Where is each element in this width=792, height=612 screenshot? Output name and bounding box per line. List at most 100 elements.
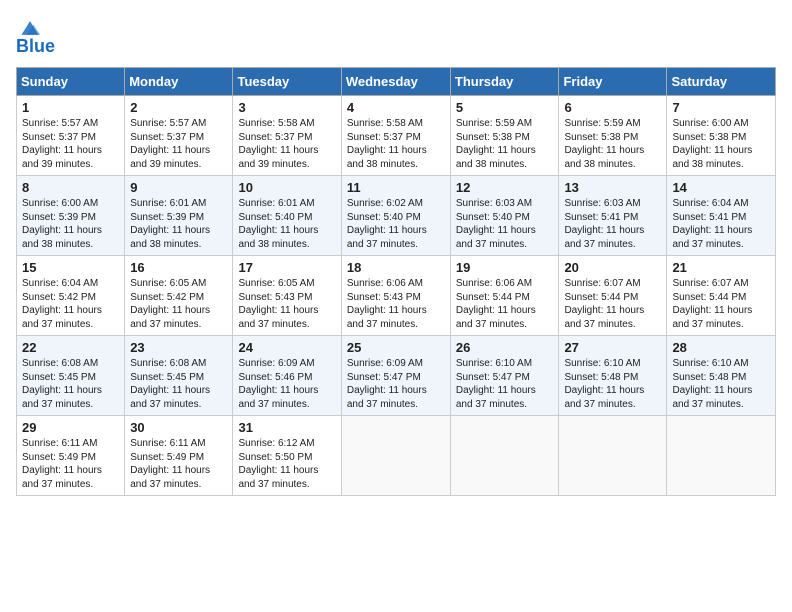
calendar-cell: 12 Sunrise: 6:03 AMSunset: 5:40 PMDayligh… [450,176,559,256]
day-info: Sunrise: 6:02 AMSunset: 5:40 PMDaylight:… [347,197,445,251]
day-number: 5 [456,100,554,115]
calendar-cell: 8 Sunrise: 6:00 AMSunset: 5:39 PMDaylight… [17,176,125,256]
day-number: 28 [672,340,770,355]
calendar-cell [341,416,450,496]
day-number: 17 [238,260,335,275]
calendar-cell: 5 Sunrise: 5:59 AMSunset: 5:38 PMDaylight… [450,96,559,176]
calendar-cell: 18 Sunrise: 6:06 AMSunset: 5:43 PMDayligh… [341,256,450,336]
day-info: Sunrise: 6:05 AMSunset: 5:43 PMDaylight:… [238,277,335,331]
calendar-cell: 9 Sunrise: 6:01 AMSunset: 5:39 PMDaylight… [125,176,233,256]
day-info: Sunrise: 6:12 AMSunset: 5:50 PMDaylight:… [238,437,335,491]
page-header: Blue [16,16,776,57]
day-info: Sunrise: 6:01 AMSunset: 5:39 PMDaylight:… [130,197,227,251]
day-number: 30 [130,420,227,435]
day-number: 6 [564,100,661,115]
day-number: 8 [22,180,119,195]
day-info: Sunrise: 5:57 AMSunset: 5:37 PMDaylight:… [22,117,119,171]
weekday-header-sunday: Sunday [17,68,125,96]
day-number: 12 [456,180,554,195]
calendar-cell: 11 Sunrise: 6:02 AMSunset: 5:40 PMDayligh… [341,176,450,256]
day-number: 18 [347,260,445,275]
calendar-cell: 10 Sunrise: 6:01 AMSunset: 5:40 PMDayligh… [233,176,341,256]
day-number: 7 [672,100,770,115]
weekday-header-tuesday: Tuesday [233,68,341,96]
calendar-cell: 6 Sunrise: 5:59 AMSunset: 5:38 PMDaylight… [559,96,667,176]
day-info: Sunrise: 6:09 AMSunset: 5:46 PMDaylight:… [238,357,335,411]
day-number: 14 [672,180,770,195]
day-info: Sunrise: 5:59 AMSunset: 5:38 PMDaylight:… [456,117,554,171]
day-info: Sunrise: 6:11 AMSunset: 5:49 PMDaylight:… [22,437,119,491]
day-number: 31 [238,420,335,435]
day-info: Sunrise: 6:04 AMSunset: 5:41 PMDaylight:… [672,197,770,251]
calendar: SundayMondayTuesdayWednesdayThursdayFrid… [16,67,776,496]
calendar-cell: 28 Sunrise: 6:10 AMSunset: 5:48 PMDayligh… [667,336,776,416]
day-number: 19 [456,260,554,275]
logo: Blue [16,16,55,57]
calendar-cell: 23 Sunrise: 6:08 AMSunset: 5:45 PMDayligh… [125,336,233,416]
day-number: 1 [22,100,119,115]
day-number: 2 [130,100,227,115]
day-info: Sunrise: 6:10 AMSunset: 5:48 PMDaylight:… [564,357,661,411]
day-info: Sunrise: 6:08 AMSunset: 5:45 PMDaylight:… [130,357,227,411]
calendar-cell: 20 Sunrise: 6:07 AMSunset: 5:44 PMDayligh… [559,256,667,336]
calendar-cell: 19 Sunrise: 6:06 AMSunset: 5:44 PMDayligh… [450,256,559,336]
day-number: 9 [130,180,227,195]
day-number: 25 [347,340,445,355]
day-number: 26 [456,340,554,355]
day-info: Sunrise: 6:03 AMSunset: 5:41 PMDaylight:… [564,197,661,251]
calendar-cell: 17 Sunrise: 6:05 AMSunset: 5:43 PMDayligh… [233,256,341,336]
day-number: 11 [347,180,445,195]
day-info: Sunrise: 6:06 AMSunset: 5:44 PMDaylight:… [456,277,554,331]
calendar-cell: 4Sunrise: 5:58 AMSunset: 5:37 PMDaylight… [341,96,450,176]
day-number: 10 [238,180,335,195]
day-info: Sunrise: 6:10 AMSunset: 5:48 PMDaylight:… [672,357,770,411]
day-number: 15 [22,260,119,275]
day-info: Sunrise: 6:00 AMSunset: 5:38 PMDaylight:… [672,117,770,171]
weekday-header-wednesday: Wednesday [341,68,450,96]
day-number: 23 [130,340,227,355]
day-number: 16 [130,260,227,275]
day-info: Sunrise: 6:07 AMSunset: 5:44 PMDaylight:… [672,277,770,331]
calendar-cell: 31 Sunrise: 6:12 AMSunset: 5:50 PMDayligh… [233,416,341,496]
day-number: 24 [238,340,335,355]
day-info: Sunrise: 5:57 AMSunset: 5:37 PMDaylight:… [130,117,227,171]
calendar-cell: 7 Sunrise: 6:00 AMSunset: 5:38 PMDaylight… [667,96,776,176]
calendar-cell: 24 Sunrise: 6:09 AMSunset: 5:46 PMDayligh… [233,336,341,416]
day-info: Sunrise: 6:06 AMSunset: 5:43 PMDaylight:… [347,277,445,331]
day-number: 29 [22,420,119,435]
weekday-header-saturday: Saturday [667,68,776,96]
day-number: 21 [672,260,770,275]
day-info: Sunrise: 6:05 AMSunset: 5:42 PMDaylight:… [130,277,227,331]
calendar-cell [559,416,667,496]
calendar-cell: 30 Sunrise: 6:11 AMSunset: 5:49 PMDayligh… [125,416,233,496]
day-info: Sunrise: 6:07 AMSunset: 5:44 PMDaylight:… [564,277,661,331]
day-number: 13 [564,180,661,195]
day-info: Sunrise: 6:04 AMSunset: 5:42 PMDaylight:… [22,277,119,331]
calendar-cell: 13 Sunrise: 6:03 AMSunset: 5:41 PMDayligh… [559,176,667,256]
calendar-cell: 26 Sunrise: 6:10 AMSunset: 5:47 PMDayligh… [450,336,559,416]
day-number: 4 [347,100,445,115]
day-info: Sunrise: 5:58 AMSunset: 5:37 PMDaylight:… [238,117,335,171]
calendar-cell: 2 Sunrise: 5:57 AMSunset: 5:37 PMDaylight… [125,96,233,176]
day-info: Sunrise: 6:11 AMSunset: 5:49 PMDaylight:… [130,437,227,491]
weekday-header-monday: Monday [125,68,233,96]
day-info: Sunrise: 6:00 AMSunset: 5:39 PMDaylight:… [22,197,119,251]
calendar-cell: 27Sunrise: 6:10 AMSunset: 5:48 PMDayligh… [559,336,667,416]
logo-blue: Blue [16,36,55,57]
day-info: Sunrise: 6:10 AMSunset: 5:47 PMDaylight:… [456,357,554,411]
day-number: 3 [238,100,335,115]
weekday-header-thursday: Thursday [450,68,559,96]
calendar-cell [667,416,776,496]
day-info: Sunrise: 5:59 AMSunset: 5:38 PMDaylight:… [564,117,661,171]
calendar-cell: 29 Sunrise: 6:11 AMSunset: 5:49 PMDayligh… [17,416,125,496]
day-info: Sunrise: 6:03 AMSunset: 5:40 PMDaylight:… [456,197,554,251]
day-info: Sunrise: 6:01 AMSunset: 5:40 PMDaylight:… [238,197,335,251]
day-info: Sunrise: 6:09 AMSunset: 5:47 PMDaylight:… [347,357,445,411]
calendar-cell: 3 Sunrise: 5:58 AMSunset: 5:37 PMDaylight… [233,96,341,176]
day-number: 20 [564,260,661,275]
calendar-cell: 22Sunrise: 6:08 AMSunset: 5:45 PMDayligh… [17,336,125,416]
calendar-cell: 21 Sunrise: 6:07 AMSunset: 5:44 PMDayligh… [667,256,776,336]
calendar-cell: 1 Sunrise: 5:57 AMSunset: 5:37 PMDaylight… [17,96,125,176]
day-info: Sunrise: 6:08 AMSunset: 5:45 PMDaylight:… [22,357,119,411]
weekday-header-friday: Friday [559,68,667,96]
